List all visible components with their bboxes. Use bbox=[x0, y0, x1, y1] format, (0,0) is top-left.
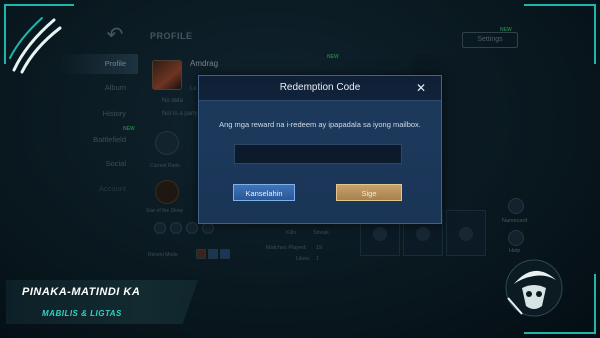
game-profile-screen: ↶ PROFILE Settings NEW NEW Profile Album… bbox=[0, 0, 600, 338]
frame-corner-line bbox=[524, 332, 596, 334]
banner-subline: MABILIS & LIGTAS bbox=[42, 309, 122, 318]
dialog-title: Redemption Code bbox=[279, 82, 361, 93]
frame-corner-line bbox=[4, 4, 74, 6]
dialog-message: Ang mga reward na i-redeem ay ipapadala … bbox=[219, 120, 421, 129]
frame-corner-line bbox=[524, 4, 596, 6]
redemption-code-input[interactable] bbox=[234, 144, 402, 164]
confirm-button[interactable]: Sige bbox=[336, 184, 402, 201]
claw-marks-icon bbox=[9, 17, 62, 74]
frame-corner-line bbox=[594, 4, 596, 64]
reaper-logo-icon bbox=[505, 259, 563, 317]
banner-headline: PINAKA-MATINDI KA bbox=[22, 286, 141, 298]
redemption-code-dialog: Redemption Code ✕ Ang mga reward na i-re… bbox=[198, 75, 442, 224]
cancel-button[interactable]: Kanselahin bbox=[233, 184, 295, 201]
frame-corner-line bbox=[594, 274, 596, 334]
close-icon[interactable]: ✕ bbox=[413, 80, 429, 96]
